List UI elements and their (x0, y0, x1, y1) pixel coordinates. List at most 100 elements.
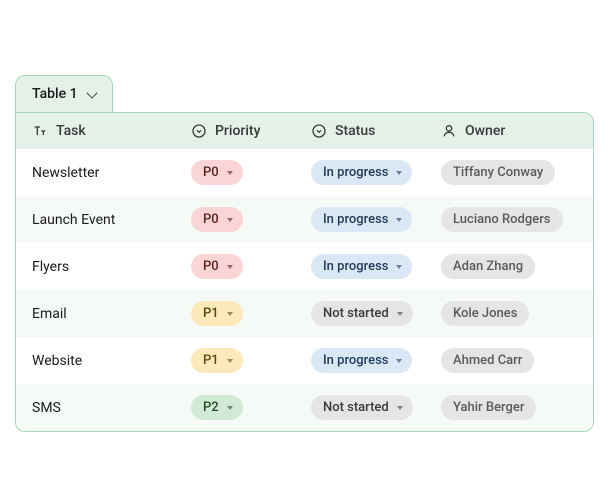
column-header-owner[interactable]: Owner (441, 123, 591, 139)
caret-down-icon (227, 171, 233, 175)
status-pill[interactable]: In progress (311, 207, 412, 232)
priority-cell: P0 (191, 160, 311, 185)
owner-pill[interactable]: Ahmed Carr (441, 348, 534, 373)
task-cell[interactable]: Website (16, 353, 191, 369)
table-row: Newsletter P0 In progress Tiffany Conway (16, 149, 593, 196)
task-name: SMS (32, 400, 61, 416)
table-header-row: Task Priority Status Owner (16, 113, 593, 149)
task-name: Flyers (32, 259, 69, 275)
priority-pill[interactable]: P0 (191, 160, 243, 185)
caret-down-icon (397, 312, 403, 316)
caret-down-icon (227, 359, 233, 363)
priority-cell: P0 (191, 254, 311, 279)
owner-name: Yahir Berger (453, 400, 524, 415)
person-icon (441, 123, 457, 139)
status-label: Not started (323, 306, 389, 321)
status-pill[interactable]: In progress (311, 160, 412, 185)
owner-cell: Kole Jones (441, 301, 591, 326)
table-body: Newsletter P0 In progress Tiffany Conway… (16, 149, 593, 431)
task-name: Newsletter (32, 165, 99, 181)
caret-down-icon (396, 265, 402, 269)
priority-pill[interactable]: P1 (191, 348, 243, 373)
task-name: Website (32, 353, 82, 369)
priority-cell: P2 (191, 395, 311, 420)
priority-cell: P1 (191, 348, 311, 373)
priority-pill[interactable]: P0 (191, 254, 243, 279)
owner-name: Ahmed Carr (453, 353, 522, 368)
status-label: In progress (323, 353, 388, 368)
dropdown-circle-icon (311, 123, 327, 139)
priority-pill[interactable]: P0 (191, 207, 243, 232)
status-cell: In progress (311, 254, 441, 279)
column-header-status-label: Status (335, 123, 375, 139)
owner-name: Kole Jones (453, 306, 517, 321)
column-header-priority-label: Priority (215, 123, 260, 139)
status-cell: Not started (311, 395, 441, 420)
owner-cell: Ahmed Carr (441, 348, 591, 373)
priority-pill[interactable]: P1 (191, 301, 243, 326)
column-header-task-label: Task (56, 123, 86, 139)
dropdown-circle-icon (191, 123, 207, 139)
caret-down-icon (227, 406, 233, 410)
status-cell: In progress (311, 348, 441, 373)
priority-cell: P0 (191, 207, 311, 232)
task-cell[interactable]: Flyers (16, 259, 191, 275)
status-label: Not started (323, 400, 389, 415)
owner-pill[interactable]: Adan Zhang (441, 254, 535, 279)
owner-name: Luciano Rodgers (453, 212, 551, 227)
owner-name: Adan Zhang (453, 259, 523, 274)
column-header-status[interactable]: Status (311, 123, 441, 139)
table-tab[interactable]: Table 1 (15, 75, 113, 112)
priority-cell: P1 (191, 301, 311, 326)
table-row: Email P1 Not started Kole Jones (16, 290, 593, 337)
text-format-icon (32, 123, 48, 139)
status-label: In progress (323, 212, 388, 227)
chevron-down-icon (86, 87, 97, 98)
owner-cell: Luciano Rodgers (441, 207, 591, 232)
status-pill[interactable]: Not started (311, 395, 413, 420)
priority-label: P1 (203, 353, 219, 368)
status-pill[interactable]: Not started (311, 301, 413, 326)
column-header-priority[interactable]: Priority (191, 123, 311, 139)
priority-label: P0 (203, 259, 219, 274)
caret-down-icon (396, 359, 402, 363)
owner-pill[interactable]: Luciano Rodgers (441, 207, 563, 232)
caret-down-icon (396, 218, 402, 222)
owner-pill[interactable]: Kole Jones (441, 301, 529, 326)
tab-label: Table 1 (32, 86, 78, 102)
priority-label: P0 (203, 165, 219, 180)
status-cell: Not started (311, 301, 441, 326)
task-cell[interactable]: Newsletter (16, 165, 191, 181)
table-row: Launch Event P0 In progress Luciano Rodg… (16, 196, 593, 243)
owner-cell: Adan Zhang (441, 254, 591, 279)
owner-name: Tiffany Conway (453, 165, 543, 180)
task-cell[interactable]: Launch Event (16, 212, 191, 228)
table-container: Task Priority Status Owner Newsle (15, 112, 594, 432)
priority-label: P1 (203, 306, 219, 321)
owner-pill[interactable]: Tiffany Conway (441, 160, 555, 185)
status-label: In progress (323, 165, 388, 180)
caret-down-icon (227, 218, 233, 222)
column-header-task[interactable]: Task (16, 123, 191, 139)
status-pill[interactable]: In progress (311, 348, 412, 373)
task-cell[interactable]: Email (16, 306, 191, 322)
caret-down-icon (397, 406, 403, 410)
table-row: Flyers P0 In progress Adan Zhang (16, 243, 593, 290)
owner-cell: Tiffany Conway (441, 160, 591, 185)
column-header-owner-label: Owner (465, 123, 505, 139)
task-name: Launch Event (32, 212, 115, 228)
task-cell[interactable]: SMS (16, 400, 191, 416)
table-row: SMS P2 Not started Yahir Berger (16, 384, 593, 431)
priority-label: P0 (203, 212, 219, 227)
caret-down-icon (227, 312, 233, 316)
status-cell: In progress (311, 207, 441, 232)
priority-pill[interactable]: P2 (191, 395, 243, 420)
caret-down-icon (227, 265, 233, 269)
status-cell: In progress (311, 160, 441, 185)
owner-pill[interactable]: Yahir Berger (441, 395, 536, 420)
owner-cell: Yahir Berger (441, 395, 591, 420)
caret-down-icon (396, 171, 402, 175)
task-name: Email (32, 306, 67, 322)
status-pill[interactable]: In progress (311, 254, 412, 279)
status-label: In progress (323, 259, 388, 274)
